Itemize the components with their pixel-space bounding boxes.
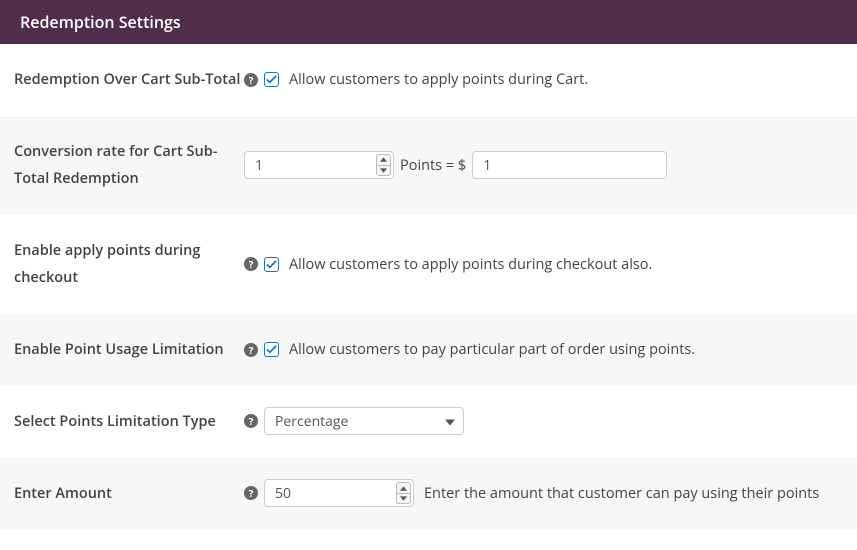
select-limitation-type-value: Percentage	[275, 412, 348, 431]
label-enable-limitation: Enable Point Usage Limitation	[14, 336, 244, 364]
control-enter-amount: ? 50 Enter the amount that customer can …	[244, 479, 819, 507]
spinner-up-icon[interactable]	[377, 155, 390, 166]
spinner-up-icon[interactable]	[397, 483, 410, 494]
row-enable-limitation: Enable Point Usage Limitation ? Allow cu…	[0, 314, 857, 386]
help-icon[interactable]: ?	[244, 486, 258, 500]
input-points[interactable]: 1	[244, 151, 394, 179]
label-enable-checkout: Enable apply points during checkout	[14, 237, 244, 292]
checkbox-enable-limitation[interactable]	[264, 342, 279, 357]
checkbox-enable-checkout[interactable]	[264, 257, 279, 272]
label-conversion-rate: Conversion rate for Cart Sub-Total Redem…	[14, 138, 244, 193]
desc-enable-checkout: Allow customers to apply points during c…	[289, 255, 652, 274]
input-amount-value: 50	[275, 484, 291, 503]
desc-enable-limitation: Allow customers to pay particular part o…	[289, 340, 695, 359]
desc-redemption-over: Allow customers to apply points during C…	[289, 70, 588, 89]
help-icon[interactable]: ?	[244, 73, 258, 87]
control-enable-limitation: ? Allow customers to pay particular part…	[244, 340, 695, 359]
spinner-points	[376, 154, 391, 176]
row-enable-checkout: Enable apply points during checkout ? Al…	[0, 215, 857, 314]
conversion-mid-text: Points = $	[400, 156, 466, 175]
chevron-down-icon	[445, 412, 455, 431]
panel-title: Redemption Settings	[20, 11, 181, 33]
panel-header: Redemption Settings	[0, 0, 857, 44]
spinner-amount	[396, 482, 411, 504]
help-icon[interactable]: ?	[244, 257, 258, 271]
input-points-value: 1	[255, 156, 263, 175]
input-currency[interactable]: 1	[472, 151, 667, 179]
select-limitation-type[interactable]: Percentage	[264, 407, 464, 435]
input-amount[interactable]: 50	[264, 479, 414, 507]
help-icon[interactable]: ?	[244, 414, 258, 428]
row-enter-amount: Enter Amount ? 50 Enter the amount that …	[0, 457, 857, 529]
control-enable-checkout: ? Allow customers to apply points during…	[244, 255, 652, 274]
control-redemption-over: ? Allow customers to apply points during…	[244, 70, 588, 89]
row-redemption-over: Redemption Over Cart Sub-Total ? Allow c…	[0, 44, 857, 116]
panel-redemption-settings: Redemption Settings Redemption Over Cart…	[0, 0, 857, 529]
input-currency-value: 1	[483, 156, 491, 175]
label-enter-amount: Enter Amount	[14, 480, 244, 508]
label-limitation-type: Select Points Limitation Type	[14, 408, 244, 436]
help-icon[interactable]: ?	[244, 343, 258, 357]
checkbox-redemption-over[interactable]	[264, 72, 279, 87]
control-conversion-rate: 1 Points = $ 1	[244, 151, 667, 179]
desc-enter-amount: Enter the amount that customer can pay u…	[424, 484, 819, 503]
row-limitation-type: Select Points Limitation Type ? Percenta…	[0, 385, 857, 457]
spinner-down-icon[interactable]	[377, 166, 390, 176]
control-limitation-type: ? Percentage	[244, 407, 464, 435]
row-conversion-rate: Conversion rate for Cart Sub-Total Redem…	[0, 116, 857, 215]
spinner-down-icon[interactable]	[397, 494, 410, 504]
label-redemption-over: Redemption Over Cart Sub-Total	[14, 66, 244, 94]
